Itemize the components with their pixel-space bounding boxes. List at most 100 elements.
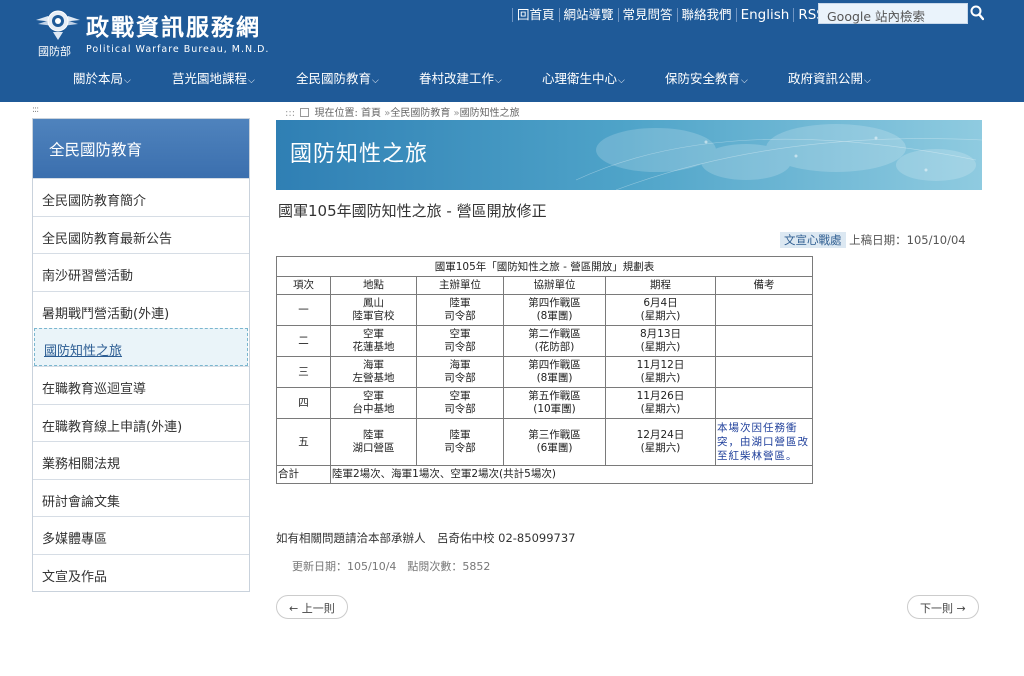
cell-line: 鳳山 <box>363 297 384 309</box>
cell-line: 第五作戰區 <box>528 390 581 402</box>
nav-item-defense-education[interactable]: 全民國防教育⌵ <box>296 68 379 87</box>
cell-place: 空軍 台中基地 <box>330 387 417 419</box>
cell-no: 五 <box>276 418 331 466</box>
toplink-faq[interactable]: 常見問答 <box>617 8 677 22</box>
breadcrumb-prefix: 現在位置: <box>314 108 358 119</box>
sidebar-item-regulations[interactable]: 業務相關法規 <box>33 441 249 479</box>
prev-article-button[interactable]: ← 上一則 <box>276 595 348 619</box>
accesskey-dots: ::: <box>285 108 296 119</box>
nav-label: 心理衛生中心 <box>542 71 618 86</box>
breadcrumb-section[interactable]: 全民國防教育 <box>390 108 450 119</box>
sidebar-item-papers[interactable]: 研討會論文集 <box>33 478 249 517</box>
table-header-row: 項次 地點 主辦單位 協辦單位 期程 備考 <box>276 276 813 295</box>
accesskey-dots: ::: <box>32 105 39 115</box>
page-banner: 國防知性之旅 <box>276 120 982 190</box>
cell-line: 湖口營區 <box>352 442 395 454</box>
sidebar-item-summer-camp[interactable]: 暑期戰鬥營活動(外連) <box>33 290 249 329</box>
publishing-unit: 文宣心戰處 <box>780 232 846 248</box>
chevron-down-icon: ⌵ <box>618 76 625 86</box>
cell-line: (10軍團) <box>533 403 576 415</box>
sidebar-item-publications[interactable]: 文宣及作品 <box>33 553 249 592</box>
sidebar-item-announcements[interactable]: 全民國防教育最新公告 <box>33 215 249 254</box>
cell-host: 空軍 司令部 <box>416 325 504 357</box>
cell-line: 海軍 <box>363 359 384 371</box>
nav-label: 全民國防教育 <box>296 71 372 86</box>
toplink-sitemap[interactable]: 網站導覽 <box>558 8 618 22</box>
cell-line: 陸軍 <box>363 429 384 441</box>
sidebar-item-nansha-camp[interactable]: 南沙研習營活動 <box>33 253 249 291</box>
site-title: 政戰資訊服務網 <box>86 14 261 41</box>
cell-line: 11月26日 <box>636 390 685 402</box>
toplink-home[interactable]: 回首頁 <box>512 8 559 22</box>
sidebar-item-defense-tour[interactable]: 國防知性之旅 <box>34 328 248 366</box>
nav-item-gov-info[interactable]: 政府資訊公開⌵ <box>788 68 871 87</box>
schedule-table: 國軍105年「國防知性之旅 - 營區開放」規劃表 項次 地點 主辦單位 協辦單位… <box>276 256 813 484</box>
chevron-down-icon: ⌵ <box>495 76 502 86</box>
cell-line: 陸軍 <box>449 429 471 441</box>
cell-no: 二 <box>276 325 331 357</box>
cell-host: 空軍 司令部 <box>416 387 504 419</box>
cell-date: 8月13日 (星期六) <box>605 325 716 357</box>
cell-no: 四 <box>276 387 331 419</box>
nav-item-about[interactable]: 關於本局⌵ <box>73 68 131 87</box>
sidebar-item-multimedia[interactable]: 多媒體專區 <box>33 516 249 554</box>
breadcrumb-home[interactable]: 首頁 <box>361 108 381 119</box>
cell-line: 台中基地 <box>352 403 395 415</box>
toplink-contact[interactable]: 聯絡我們 <box>676 8 736 22</box>
breadcrumb-current: 國防知性之旅 <box>459 108 520 119</box>
site-subtitle: Political Warfare Bureau, M.N.D. <box>86 44 270 55</box>
cell-line: (星期六) <box>640 403 681 415</box>
nav-item-village[interactable]: 眷村改建工作⌵ <box>419 68 502 87</box>
cell-place: 空軍 花蓮基地 <box>330 325 417 357</box>
sidebar: 全民國防教育 全民國防教育簡介 全民國防教育最新公告 南沙研習營活動 暑期戰鬥營… <box>32 118 250 592</box>
search-input[interactable]: Google 站內檢索 <box>818 3 968 24</box>
col-header: 主辦單位 <box>416 276 504 295</box>
nav-item-juguang[interactable]: 莒光園地課程⌵ <box>172 68 255 87</box>
update-info: 更新日期：105/10/4 點閱次數：5852 <box>292 560 491 573</box>
cell-line: (星期六) <box>640 310 681 322</box>
emblem-icon <box>36 10 80 40</box>
sidebar-item-touring-promotion[interactable]: 在職教育巡迴宣導 <box>33 365 249 404</box>
table-row: 一 鳳山 陸軍官校 陸軍 司令部 第四作戰區 (8軍團) 6月4日 (星期六) <box>276 294 813 326</box>
cell-co: 第四作戰區 (8軍團) <box>503 294 606 326</box>
cell-line: (8軍團) <box>536 372 573 384</box>
article-meta: 文宣心戰處 上稿日期：105/10/04 <box>780 232 966 248</box>
cell-line: 司令部 <box>444 341 476 353</box>
cell-line: 花蓮基地 <box>352 341 395 353</box>
cell-note <box>715 387 813 419</box>
cell-line: (星期六) <box>640 341 681 353</box>
banner-title: 國防知性之旅 <box>290 142 429 167</box>
cell-note <box>715 294 813 326</box>
cell-co: 第五作戰區 (10軍團) <box>503 387 606 419</box>
cell-line: 11月12日 <box>636 359 685 371</box>
cell-line: (8軍團) <box>536 310 573 322</box>
sidebar-item-online-application[interactable]: 在職教育線上申請(外連) <box>33 403 249 442</box>
search-icon[interactable] <box>970 5 984 21</box>
cell-line: 司令部 <box>444 372 476 384</box>
chevron-down-icon: ⌵ <box>372 76 379 86</box>
chevron-down-icon: ⌵ <box>741 76 748 86</box>
toplink-english[interactable]: English <box>735 8 794 22</box>
site-logo[interactable]: 國防部 政戰資訊服務網 Political Warfare Bureau, M.… <box>32 4 272 58</box>
cell-line: 空軍 <box>363 328 384 340</box>
cell-note <box>715 356 813 388</box>
cell-place: 陸軍 湖口營區 <box>330 418 417 466</box>
cell-co: 第四作戰區 (8軍團) <box>503 356 606 388</box>
col-header: 備考 <box>715 276 813 295</box>
cell-line: 8月13日 <box>639 328 682 340</box>
cell-line: (6軍團) <box>536 442 573 454</box>
cell-line: 空軍 <box>363 390 384 402</box>
col-header: 地點 <box>330 276 417 295</box>
nav-item-mental-health[interactable]: 心理衛生中心⌵ <box>542 68 625 87</box>
nav-item-security[interactable]: 保防安全教育⌵ <box>665 68 748 87</box>
publish-date: 上稿日期：105/10/04 <box>849 233 966 247</box>
top-links: 回首頁 網站導覽 常見問答 聯絡我們 English RSS <box>512 6 829 24</box>
sidebar-item-intro[interactable]: 全民國防教育簡介 <box>33 178 249 216</box>
cell-line: 司令部 <box>444 442 476 454</box>
cell-line: (星期六) <box>640 372 681 384</box>
next-article-button[interactable]: 下一則 → <box>907 595 979 619</box>
cell-line: 海軍 <box>449 359 471 371</box>
cell-place: 海軍 左營基地 <box>330 356 417 388</box>
cell-date: 11月26日 (星期六) <box>605 387 716 419</box>
cell-line: 左營基地 <box>352 372 395 384</box>
